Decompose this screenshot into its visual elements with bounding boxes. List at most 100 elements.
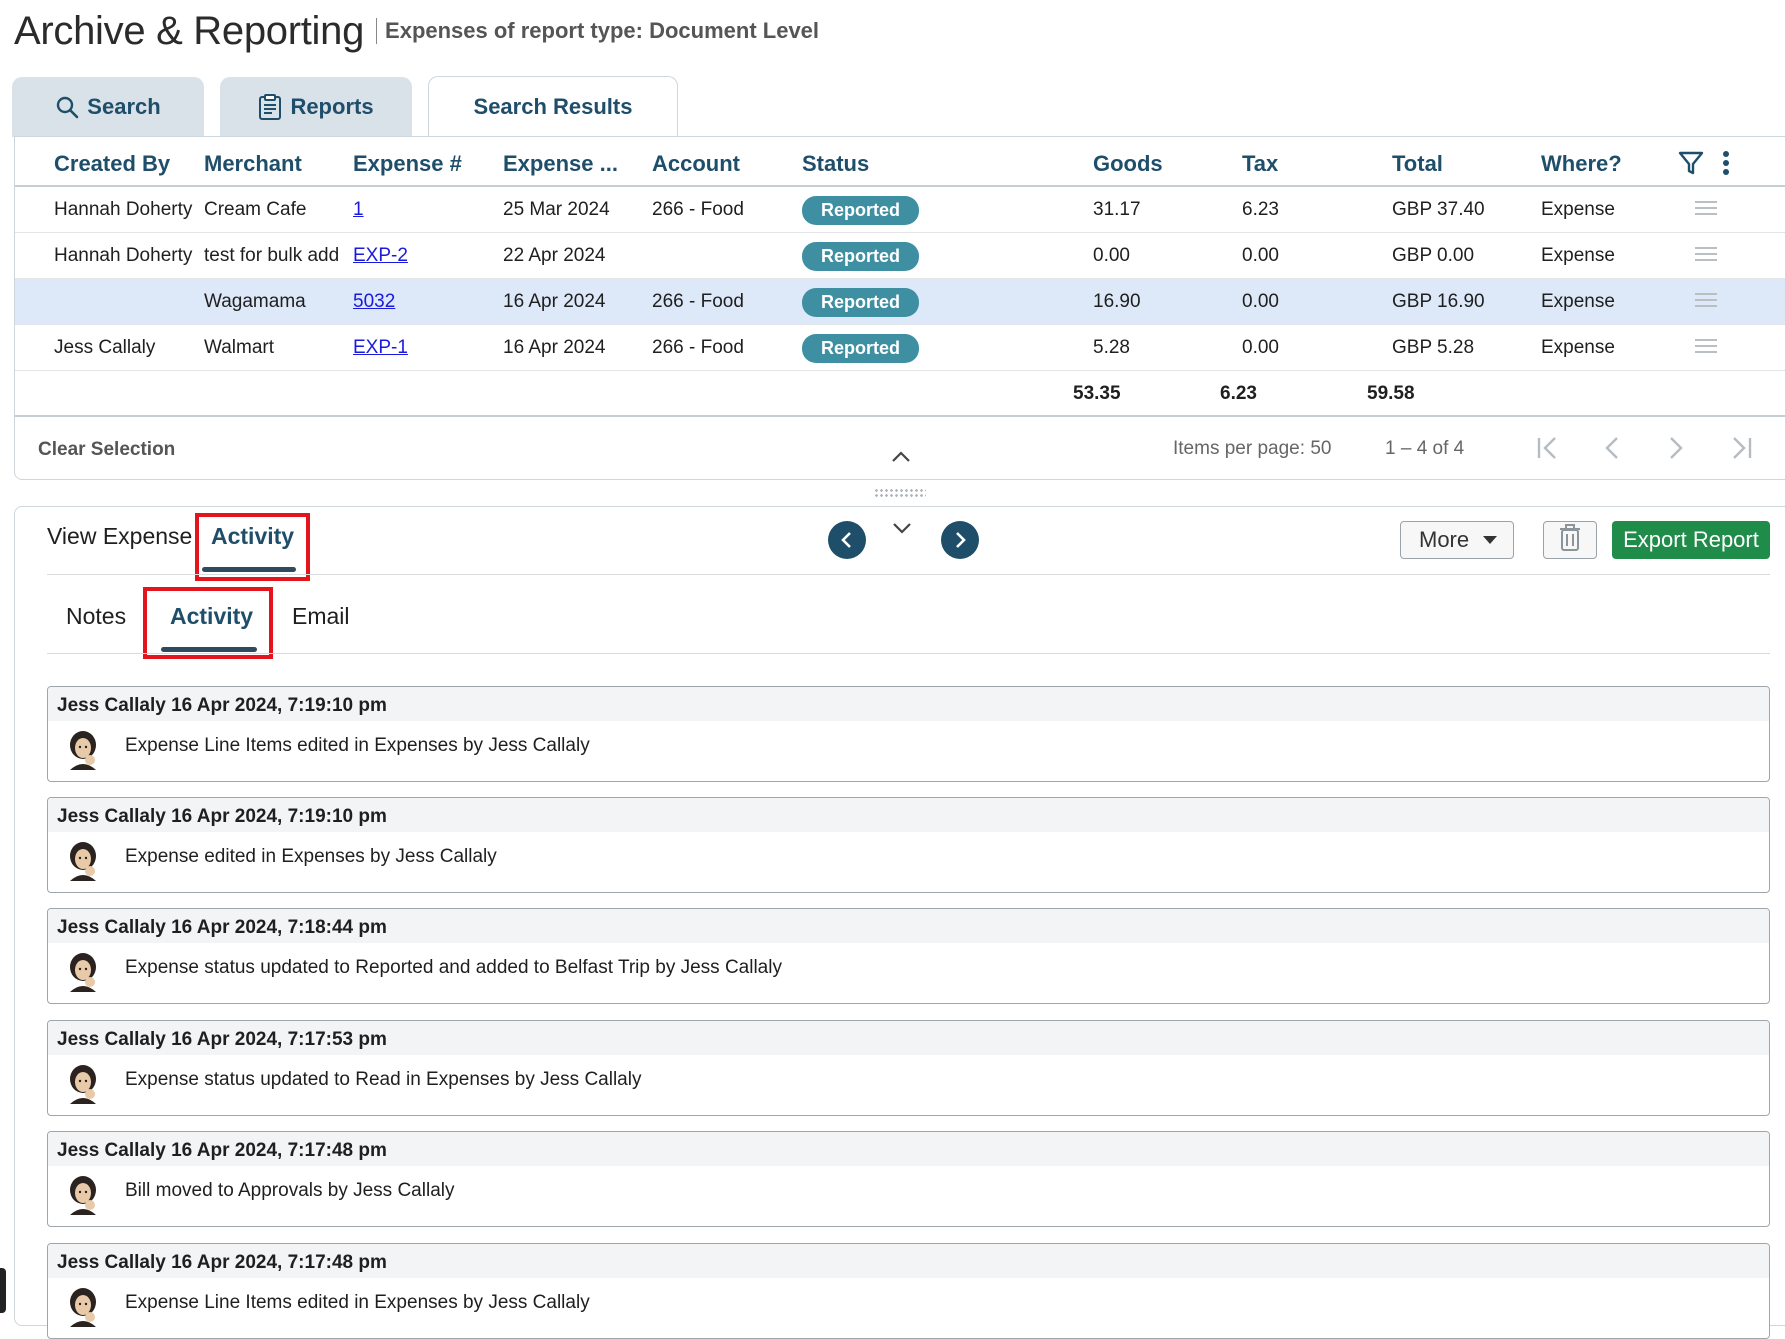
cell-merchant: Walmart xyxy=(204,337,275,358)
highlight-box xyxy=(143,587,273,659)
last-page-icon[interactable] xyxy=(1728,435,1754,468)
row-menu-icon[interactable] xyxy=(1695,247,1717,265)
tab-search-results[interactable]: Search Results xyxy=(428,76,678,137)
col-expense-number[interactable]: Expense # xyxy=(353,151,462,177)
tab-reports[interactable]: Reports xyxy=(220,77,412,137)
status-badge: Reported xyxy=(802,196,920,225)
cell-total: GBP 16.90 xyxy=(1392,291,1485,312)
collapse-down-icon[interactable] xyxy=(892,521,912,540)
export-report-button[interactable]: Export Report xyxy=(1612,521,1770,559)
highlight-box xyxy=(195,513,310,581)
col-merchant[interactable]: Merchant xyxy=(204,151,302,177)
cell-tax: 0.00 xyxy=(1242,337,1279,358)
activity-item: Jess Callaly 16 Apr 2024, 7:19:10 pm Exp… xyxy=(47,797,1770,893)
cell-date: 16 Apr 2024 xyxy=(503,291,606,312)
activity-header: Jess Callaly 16 Apr 2024, 7:19:10 pm xyxy=(48,687,1769,721)
cell-where: Expense xyxy=(1541,199,1615,220)
page-header: Archive & Reporting Expenses of report t… xyxy=(14,6,819,56)
expense-link[interactable]: EXP-1 xyxy=(353,337,408,359)
avatar xyxy=(70,1176,96,1215)
cell-date: 22 Apr 2024 xyxy=(503,245,606,266)
activity-header: Jess Callaly 16 Apr 2024, 7:17:53 pm xyxy=(48,1021,1769,1055)
row-menu-icon[interactable] xyxy=(1695,293,1717,311)
subtab-email[interactable]: Email xyxy=(292,603,350,630)
expense-link[interactable]: 1 xyxy=(353,199,364,221)
collapse-up-icon[interactable] xyxy=(891,449,911,468)
cell-where: Expense xyxy=(1541,245,1615,266)
prev-page-icon[interactable] xyxy=(1602,435,1622,468)
totals-row: 53.35 6.23 59.58 xyxy=(15,371,1785,417)
activity-header: Jess Callaly 16 Apr 2024, 7:17:48 pm xyxy=(48,1244,1769,1278)
resize-handle[interactable] xyxy=(874,488,926,498)
col-where[interactable]: Where? xyxy=(1541,151,1622,177)
page-title: Archive & Reporting xyxy=(14,8,365,53)
activity-text: Bill moved to Approvals by Jess Callaly xyxy=(125,1180,455,1201)
cell-tax: 0.00 xyxy=(1242,291,1279,312)
subtab-notes[interactable]: Notes xyxy=(66,603,126,630)
cell-goods: 5.28 xyxy=(1093,337,1130,358)
cell-date: 25 Mar 2024 xyxy=(503,199,610,220)
col-expense-date[interactable]: Expense ... xyxy=(503,151,618,177)
total-goods: 53.35 xyxy=(1073,383,1121,404)
activity-item: Jess Callaly 16 Apr 2024, 7:17:48 pm Exp… xyxy=(47,1243,1770,1339)
tab-search[interactable]: Search xyxy=(12,77,204,137)
next-expense-button[interactable] xyxy=(941,521,979,559)
trash-icon xyxy=(1558,523,1582,557)
avatar xyxy=(70,953,96,992)
cell-goods: 0.00 xyxy=(1093,245,1130,266)
caret-down-icon xyxy=(1483,536,1498,544)
cell-created-by: Hannah Doherty xyxy=(54,199,193,220)
table-row[interactable]: Hannah Doherty Cream Cafe 1 25 Mar 2024 … xyxy=(15,187,1785,233)
cell-merchant: Wagamama xyxy=(204,291,306,312)
avatar xyxy=(70,842,96,881)
cell-total: GBP 0.00 xyxy=(1392,245,1475,266)
page-range: 1 – 4 of 4 xyxy=(1385,438,1465,459)
cell-date: 16 Apr 2024 xyxy=(503,337,606,358)
expense-link[interactable]: 5032 xyxy=(353,291,395,313)
more-dropdown-button[interactable]: More xyxy=(1400,521,1514,559)
tab-search-label: Search xyxy=(87,94,161,119)
status-badge: Reported xyxy=(802,334,920,363)
first-page-icon[interactable] xyxy=(1535,435,1561,468)
row-menu-icon[interactable] xyxy=(1695,339,1717,357)
activity-header: Jess Callaly 16 Apr 2024, 7:17:48 pm xyxy=(48,1132,1769,1166)
cell-where: Expense xyxy=(1541,291,1615,312)
filter-icon[interactable] xyxy=(1677,149,1705,182)
activity-item: Jess Callaly 16 Apr 2024, 7:18:44 pm Exp… xyxy=(47,908,1770,1004)
prev-expense-button[interactable] xyxy=(828,521,866,559)
table-row[interactable]: Hannah Doherty test for bulk add EXP-2 2… xyxy=(15,233,1785,279)
clear-selection-button[interactable]: Clear Selection xyxy=(38,439,175,461)
avatar xyxy=(70,1065,96,1104)
page-subtitle: Expenses of report type: Document Level xyxy=(376,18,819,44)
more-label: More xyxy=(1419,527,1470,552)
items-per-page[interactable]: Items per page: 50 xyxy=(1173,438,1331,460)
col-goods[interactable]: Goods xyxy=(1093,151,1163,177)
col-account[interactable]: Account xyxy=(652,151,740,177)
window-edge xyxy=(0,1268,6,1313)
cell-account: 266 - Food xyxy=(652,291,744,312)
activity-item: Jess Callaly 16 Apr 2024, 7:19:10 pm Exp… xyxy=(47,686,1770,782)
table-row-selected[interactable]: Wagamama 5032 16 Apr 2024 266 - Food Rep… xyxy=(15,279,1785,325)
table-row[interactable]: Jess Callaly Walmart EXP-1 16 Apr 2024 2… xyxy=(15,325,1785,371)
items-per-page-label: Items per page: xyxy=(1173,438,1306,459)
row-menu-icon[interactable] xyxy=(1695,201,1717,219)
expense-link[interactable]: EXP-2 xyxy=(353,245,408,267)
col-total[interactable]: Total xyxy=(1392,151,1443,177)
more-vertical-icon[interactable] xyxy=(1721,149,1731,182)
col-created-by[interactable]: Created By xyxy=(54,151,170,177)
activity-text: Expense status updated to Reported and a… xyxy=(125,957,782,978)
activity-item: Jess Callaly 16 Apr 2024, 7:17:53 pm Exp… xyxy=(47,1020,1770,1116)
clipboard-icon xyxy=(258,94,282,120)
activity-header: Jess Callaly 16 Apr 2024, 7:19:10 pm xyxy=(48,798,1769,832)
col-status[interactable]: Status xyxy=(802,151,869,177)
delete-button[interactable] xyxy=(1543,521,1597,559)
search-icon xyxy=(55,95,79,119)
total-tax: 6.23 xyxy=(1220,383,1257,404)
next-page-icon[interactable] xyxy=(1666,435,1686,468)
divider xyxy=(47,574,1770,575)
items-per-page-value: 50 xyxy=(1310,438,1332,459)
cell-total: GBP 37.40 xyxy=(1392,199,1485,220)
tab-view-expense[interactable]: View Expense xyxy=(47,523,192,550)
status-badge: Reported xyxy=(802,288,920,317)
col-tax[interactable]: Tax xyxy=(1242,151,1278,177)
